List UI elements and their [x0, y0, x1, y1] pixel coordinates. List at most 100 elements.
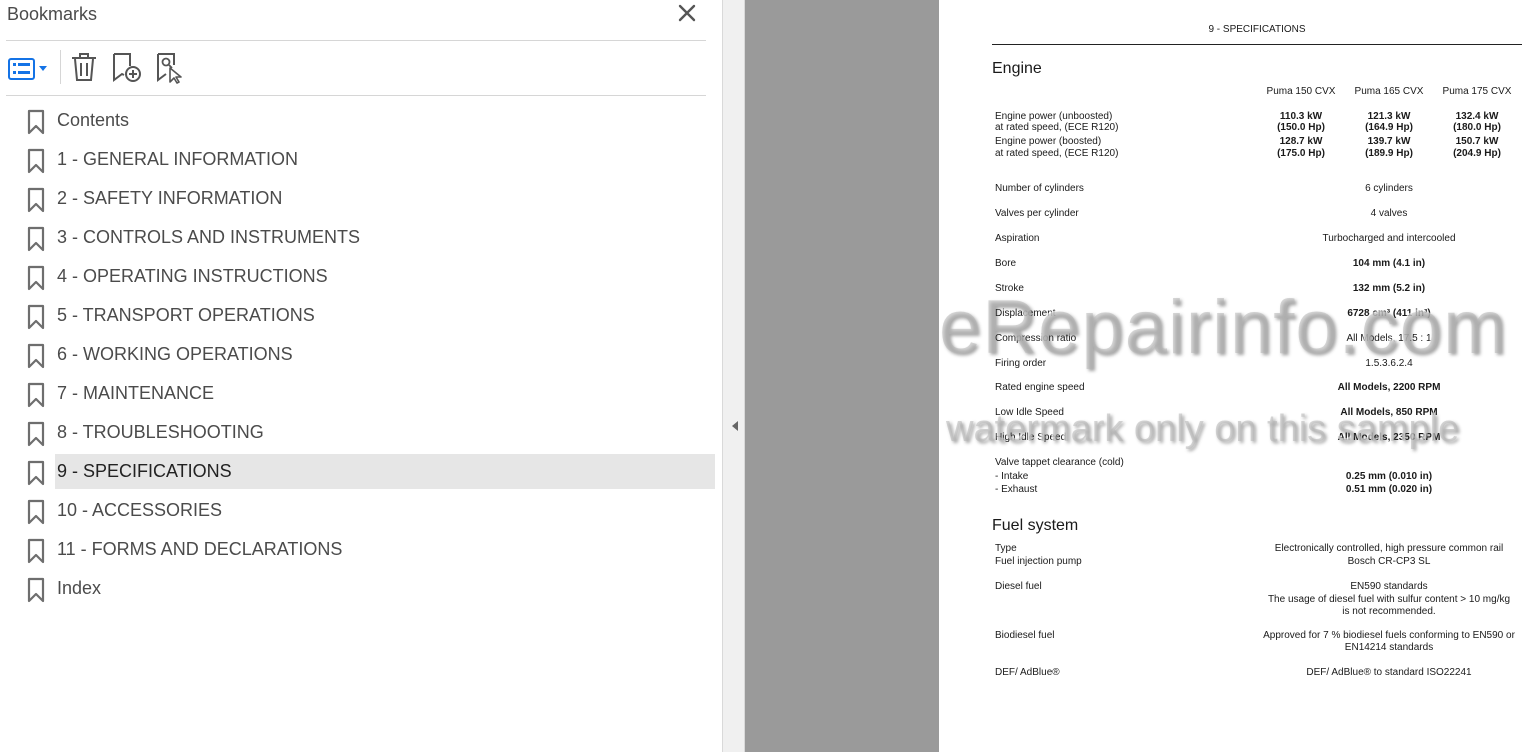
- spec-label: Diesel fuel: [995, 581, 1042, 592]
- bookmark-label: 1 - GENERAL INFORMATION: [57, 149, 299, 169]
- spec-label: - Intake: [995, 471, 1029, 482]
- spec-value: 150.7 kW: [1455, 136, 1499, 147]
- spec-value: (189.9 Hp): [1365, 148, 1413, 159]
- bookmark-icon: [27, 460, 45, 486]
- bookmark-label: 9 - SPECIFICATIONS: [57, 461, 232, 481]
- trash-icon: [72, 53, 96, 81]
- spec-value: 4 valves: [1370, 208, 1408, 219]
- bookmark-item-troubleshooting[interactable]: 8 - TROUBLESHOOTING: [0, 415, 715, 450]
- bookmark-item-maintenance[interactable]: 7 - MAINTENANCE: [0, 376, 715, 411]
- spec-label: High Idle Speed: [995, 432, 1067, 443]
- spec-label: DEF/ AdBlue®: [995, 667, 1060, 678]
- spec-label: Fuel injection pump: [995, 556, 1082, 567]
- bookmark-icon: [27, 226, 45, 252]
- spec-value: 104 mm (4.1 in): [1352, 258, 1426, 269]
- spec-label: - Exhaust: [995, 484, 1038, 495]
- bookmark-label: 2 - SAFETY INFORMATION: [57, 188, 283, 208]
- spec-label: at rated speed, (ECE R120): [995, 122, 1119, 133]
- document-page[interactable]: 9 - SPECIFICATIONS Engine Puma 150 CVX P…: [939, 0, 1539, 752]
- bookmark-icon: [27, 577, 45, 603]
- bookmark-item-safety-information[interactable]: 2 - SAFETY INFORMATION: [0, 181, 715, 216]
- bookmark-label: Contents: [57, 110, 130, 130]
- spec-label: Valves per cylinder: [995, 208, 1079, 219]
- bookmark-label: 6 - WORKING OPERATIONS: [57, 344, 293, 364]
- spec-value: Approved for 7 % biodiesel fuels conform…: [1263, 630, 1515, 641]
- bookmark-label: 3 - CONTROLS AND INSTRUMENTS: [57, 227, 361, 247]
- bookmark-icon: [27, 304, 45, 330]
- bookmark-label: 8 - TROUBLESHOOTING: [57, 422, 264, 442]
- bookmark-icon: [27, 499, 45, 525]
- spec-value: The usage of diesel fuel with sulfur con…: [1267, 594, 1511, 605]
- spec-label: Stroke: [995, 283, 1024, 294]
- new-bookmark-button[interactable]: [110, 50, 144, 84]
- spec-value: 6 cylinders: [1365, 183, 1413, 194]
- divider: [6, 40, 706, 41]
- spec-value: 132 mm (5.2 in): [1352, 283, 1426, 294]
- bookmark-item-contents[interactable]: Contents: [0, 103, 715, 138]
- spec-value: (164.9 Hp): [1365, 122, 1413, 133]
- bookmarks-toolbar: [0, 46, 710, 90]
- close-panel-button[interactable]: [676, 2, 698, 24]
- spec-value: Bosch CR-CP3 SL: [1347, 556, 1431, 567]
- spec-value: 1.5.3.6.2.4: [1365, 358, 1413, 369]
- bookmark-item-controls-and-instruments[interactable]: 3 - CONTROLS AND INSTRUMENTS: [0, 220, 715, 255]
- bookmark-item-forms-and-declarations[interactable]: 11 - FORMS AND DECLARATIONS: [0, 532, 715, 567]
- spec-label: Number of cylinders: [995, 183, 1084, 194]
- spec-label: Firing order: [995, 358, 1047, 369]
- spec-label: Engine power (boosted): [995, 136, 1102, 147]
- bookmark-icon: [27, 538, 45, 564]
- spec-label: at rated speed, (ECE R120): [995, 148, 1119, 159]
- bookmarks-panel: Bookmarks Contents 1 - GENERAL INFORMATI…: [0, 0, 722, 752]
- bookmark-icon: [27, 109, 45, 135]
- spec-value: EN14214 standards: [1344, 642, 1434, 653]
- spec-value: 139.7 kW: [1367, 136, 1411, 147]
- options-menu-icon: [8, 58, 47, 80]
- spec-value: is not recommended.: [1342, 606, 1436, 617]
- header-rule: [992, 44, 1522, 45]
- section-heading-fuel-system: Fuel system: [992, 517, 1079, 534]
- bookmark-icon: [27, 187, 45, 213]
- delete-bookmark-button[interactable]: [68, 50, 100, 84]
- spec-label: Biodiesel fuel: [995, 630, 1055, 641]
- spec-value: 0.51 mm (0.020 in): [1345, 484, 1433, 495]
- model-header: Puma 175 CVX: [1442, 86, 1512, 97]
- spec-value: DEF/ AdBlue® to standard ISO22241: [1306, 667, 1472, 678]
- bookmark-label: 10 - ACCESSORIES: [57, 500, 223, 520]
- spec-value: 128.7 kW: [1279, 136, 1323, 147]
- options-menu-button[interactable]: [6, 50, 52, 84]
- spec-value: All Models, 17.5 : 1: [1346, 333, 1432, 344]
- close-icon: [678, 4, 696, 22]
- bookmark-label: Index: [57, 578, 102, 598]
- page-header: 9 - SPECIFICATIONS: [1208, 24, 1306, 35]
- panel-title: Bookmarks: [7, 4, 98, 24]
- bookmark-icon: [27, 343, 45, 369]
- bookmark-label: 5 - TRANSPORT OPERATIONS: [57, 305, 315, 325]
- bookmark-item-transport-operations[interactable]: 5 - TRANSPORT OPERATIONS: [0, 298, 715, 333]
- section-heading-engine: Engine: [992, 60, 1042, 77]
- bookmark-item-operating-instructions[interactable]: 4 - OPERATING INSTRUCTIONS: [0, 259, 715, 294]
- spec-label: Low Idle Speed: [995, 407, 1064, 418]
- find-bookmark-button[interactable]: [154, 50, 188, 84]
- bookmark-item-accessories[interactable]: 10 - ACCESSORIES: [0, 493, 715, 528]
- model-header: Puma 165 CVX: [1354, 86, 1424, 97]
- spec-value: Turbocharged and intercooled: [1322, 233, 1456, 244]
- spec-label: Bore: [995, 258, 1017, 269]
- collapse-panel-icon[interactable]: [731, 420, 739, 432]
- bookmark-item-working-operations[interactable]: 6 - WORKING OPERATIONS: [0, 337, 715, 372]
- panel-splitter[interactable]: [722, 0, 745, 752]
- divider: [6, 95, 706, 96]
- spec-value: All Models, 850 RPM: [1340, 407, 1438, 418]
- spec-value: 6728 cm³ (411 in³): [1347, 308, 1431, 319]
- model-header: Puma 150 CVX: [1266, 86, 1336, 97]
- bookmark-label: 11 - FORMS AND DECLARATIONS: [57, 539, 343, 559]
- bookmark-label: 7 - MAINTENANCE: [57, 383, 215, 403]
- spec-label: Aspiration: [995, 233, 1040, 244]
- bookmark-item-specifications[interactable]: 9 - SPECIFICATIONS: [0, 454, 715, 489]
- find-bookmark-icon: [157, 53, 182, 84]
- bookmark-item-general-information[interactable]: 1 - GENERAL INFORMATION: [0, 142, 715, 177]
- spec-value: All Models, 2200 RPM: [1337, 382, 1441, 393]
- toolbar-divider: [60, 50, 61, 84]
- spec-value: (175.0 Hp): [1277, 148, 1325, 159]
- bookmark-item-index[interactable]: Index: [0, 571, 715, 606]
- spec-label: Valve tappet clearance (cold): [995, 457, 1124, 468]
